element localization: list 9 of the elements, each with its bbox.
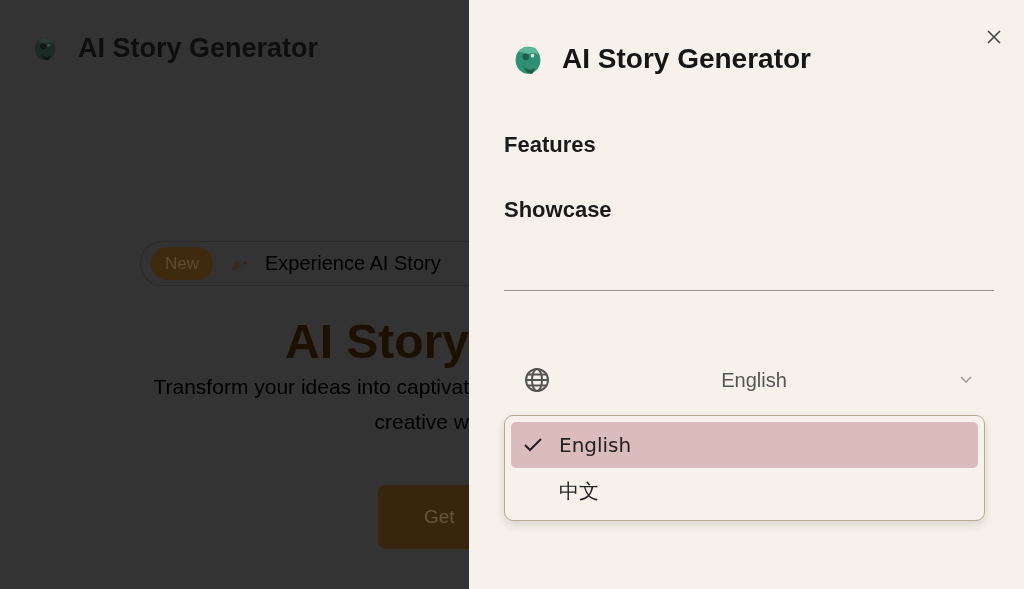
close-icon (986, 28, 1002, 45)
nav-link[interactable]: Features (504, 128, 596, 161)
language-option[interactable]: 中文 (511, 468, 978, 514)
nav-link[interactable]: Showcase (504, 193, 612, 226)
drawer-title: AI Story Generator (562, 42, 811, 76)
party-popper-icon (229, 253, 249, 274)
language-option[interactable]: English (511, 422, 978, 468)
language-select[interactable]: English (504, 363, 994, 397)
globe-icon (524, 367, 550, 393)
